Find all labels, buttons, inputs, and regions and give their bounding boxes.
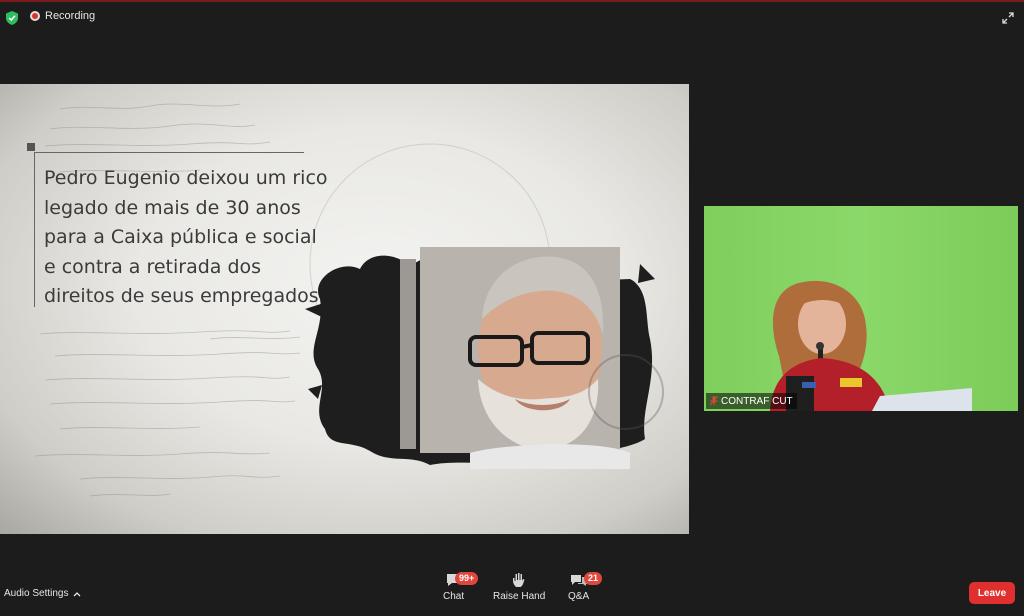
participant-name-tag: CONTRAF CUT	[706, 393, 797, 409]
recording-label: Recording	[45, 10, 96, 22]
slide-rule-vertical	[34, 152, 35, 307]
raise-hand-label: Raise Hand	[493, 591, 546, 602]
qa-button[interactable]: Q&A 21	[568, 572, 603, 602]
qa-label: Q&A	[568, 591, 590, 602]
shared-screen: Pedro Eugenio deixou um rico legado de m…	[0, 84, 689, 534]
window-top-accent	[0, 0, 1024, 2]
audio-settings-label: Audio Settings	[4, 588, 69, 599]
participant-video-tile[interactable]: CONTRAF CUT	[704, 206, 1018, 411]
audio-settings-button[interactable]: Audio Settings	[4, 588, 81, 599]
slide-bullet-marker	[27, 143, 35, 151]
recording-indicator[interactable]: Recording	[30, 10, 95, 22]
fullscreen-button[interactable]	[998, 8, 1018, 28]
raise-hand-button[interactable]: Raise Hand	[493, 572, 545, 602]
portrait-photo	[305, 247, 655, 469]
recording-icon	[30, 11, 40, 21]
encryption-shield-icon[interactable]	[6, 11, 18, 25]
meeting-toolbar: Audio Settings Chat 99+ Raise Hand Q&A 2…	[0, 566, 1024, 616]
slide-rule	[34, 152, 304, 153]
leave-button[interactable]: Leave	[969, 582, 1015, 604]
participant-name: CONTRAF CUT	[721, 395, 793, 407]
muted-mic-icon	[710, 396, 718, 406]
expand-icon	[1002, 12, 1014, 24]
slide-caption: Pedro Eugenio deixou um rico legado de m…	[44, 167, 328, 307]
qa-unread-badge: 21	[584, 572, 603, 585]
chat-unread-badge: 99+	[455, 572, 479, 585]
chat-button[interactable]: Chat 99+	[443, 572, 479, 602]
stamp-seal	[588, 354, 664, 430]
chat-label: Chat	[443, 591, 465, 602]
chevron-up-icon	[73, 591, 80, 596]
raise-hand-icon	[513, 573, 525, 587]
participant-video	[770, 280, 972, 411]
